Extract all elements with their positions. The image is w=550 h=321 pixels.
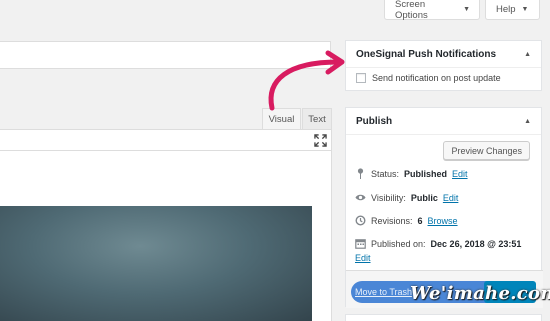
revisions-row: Revisions: 6 Browse: [355, 215, 458, 226]
visibility-label: Visibility:: [371, 192, 406, 203]
published-on-label: Published on:: [371, 238, 426, 249]
eye-icon: [355, 192, 366, 203]
collapse-arrow-icon[interactable]: ▲: [524, 118, 531, 125]
next-metabox: [345, 314, 542, 321]
pin-icon: [355, 168, 366, 179]
watermark-logo: We'imahe.com: [410, 283, 550, 304]
editor-content-area[interactable]: [0, 151, 332, 321]
editor-toolbar: [0, 129, 332, 151]
browse-revisions-link[interactable]: Browse: [428, 216, 458, 226]
preview-changes-button[interactable]: Preview Changes: [443, 141, 530, 160]
onesignal-title: OneSignal Push Notifications: [356, 48, 497, 60]
visibility-value: Public: [410, 192, 438, 203]
collapse-arrow-icon[interactable]: ▲: [524, 51, 531, 58]
revisions-label: Revisions:: [371, 215, 413, 226]
caret-down-icon: ▼: [521, 6, 529, 13]
published-on-row: Published on: Dec 26, 2018 @ 23:51: [355, 238, 521, 249]
send-notification-checkbox[interactable]: [356, 73, 366, 83]
post-image[interactable]: [0, 206, 312, 321]
status-row: Status: Published Edit: [355, 168, 468, 179]
edit-visibility-link[interactable]: Edit: [443, 193, 459, 203]
published-on-value: Dec 26, 2018 @ 23:51: [430, 238, 522, 249]
screen-options-button[interactable]: Screen Options ▼: [384, 0, 480, 21]
edit-status-link[interactable]: Edit: [452, 169, 468, 179]
publish-metabox: Publish ▲ Preview Changes Status: Publis…: [345, 107, 543, 308]
caret-down-icon: ▼: [463, 6, 470, 13]
fullscreen-expand-icon[interactable]: [314, 134, 327, 147]
publish-header[interactable]: Publish ▲: [346, 108, 541, 135]
onesignal-option: Send notification on post update: [346, 68, 541, 88]
help-button[interactable]: Help ▼: [485, 0, 540, 20]
revisions-value: 6: [417, 215, 423, 226]
annotation-arrow-icon: [268, 50, 345, 111]
help-label: Help: [496, 4, 516, 15]
send-notification-label[interactable]: Send notification on post update: [372, 73, 501, 83]
visibility-row: Visibility: Public Edit: [355, 192, 458, 203]
status-value: Published: [404, 168, 448, 179]
onesignal-metabox: OneSignal Push Notifications ▲ Send noti…: [345, 40, 542, 91]
onesignal-header[interactable]: OneSignal Push Notifications ▲: [346, 41, 541, 68]
screen-options-label: Screen Options: [395, 0, 428, 21]
edit-date-link[interactable]: Edit: [355, 253, 371, 263]
publish-title: Publish: [356, 115, 393, 127]
calendar-icon: [355, 238, 366, 249]
history-icon: [355, 215, 366, 226]
status-label: Status:: [371, 168, 400, 179]
